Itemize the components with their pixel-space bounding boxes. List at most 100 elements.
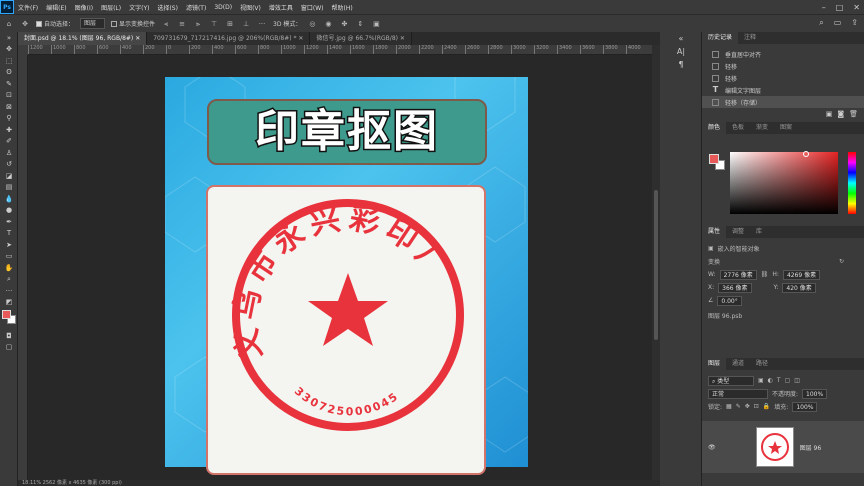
scrollbar-thumb[interactable] — [654, 190, 658, 340]
layer-filter-dropdown[interactable]: ⌕ 类型 — [708, 375, 754, 386]
move-tool-icon[interactable]: ✥ — [20, 20, 30, 28]
align-middle-icon[interactable]: ⊞ — [225, 20, 235, 28]
color-picker-field[interactable] — [730, 152, 838, 214]
filter-smart-icon[interactable]: ◫ — [794, 377, 800, 384]
lasso-tool-icon[interactable]: ʘ — [0, 67, 18, 79]
lock-all-icon[interactable]: 🔒 — [763, 403, 770, 410]
visibility-eye-icon[interactable]: 👁 — [708, 444, 716, 451]
orbit-3d-icon[interactable]: ◎ — [307, 20, 317, 28]
more-options-icon[interactable]: ··· — [257, 20, 267, 28]
fill-field[interactable]: 100% — [792, 401, 818, 412]
eyedropper-tool-icon[interactable]: ⚲ — [0, 113, 18, 125]
history-item[interactable]: 轻移 — [702, 60, 864, 72]
opacity-field[interactable]: 100% — [802, 388, 828, 399]
menu-filter[interactable]: 滤镜(T) — [182, 3, 210, 12]
healing-brush-tool-icon[interactable]: ✚ — [0, 124, 18, 136]
filter-shape-icon[interactable]: ▢ — [785, 377, 791, 384]
close-tab-icon[interactable]: ✕ — [400, 35, 405, 42]
lock-paint-icon[interactable]: ✎ — [736, 403, 741, 410]
lock-move-icon[interactable]: ✥ — [745, 403, 750, 410]
color-swatches[interactable] — [0, 308, 17, 330]
rectangle-tool-icon[interactable]: ▭ — [0, 251, 18, 263]
align-center-icon[interactable]: ≡ — [177, 20, 187, 28]
collapse-panels-icon[interactable]: « — [660, 32, 702, 45]
tab-properties[interactable]: 属性 — [702, 226, 727, 238]
history-brush-tool-icon[interactable]: ↺ — [0, 159, 18, 171]
close-tab-icon[interactable]: ✕ — [298, 35, 303, 42]
tab-notes[interactable]: 注释 — [738, 32, 762, 44]
tab-history[interactable]: 历史记录 — [702, 32, 739, 44]
slide-3d-icon[interactable]: ⇕ — [355, 20, 365, 28]
filter-type-icon[interactable]: T — [777, 377, 781, 384]
move-tool-icon[interactable]: ✥ — [0, 44, 18, 56]
frame-tool-icon[interactable]: ⊠ — [0, 101, 18, 113]
y-field[interactable]: 420 像素 — [782, 282, 816, 293]
tab-cover-psd[interactable]: 封面.psd @ 18.1% (图层 96, RGB/8#) ✕ — [18, 32, 148, 45]
x-field[interactable]: 366 像素 — [718, 282, 752, 293]
dodge-tool-icon[interactable]: ● — [0, 205, 18, 217]
align-bottom-icon[interactable]: ⊥ — [241, 20, 251, 28]
brush-tool-icon[interactable]: ✐ — [0, 136, 18, 148]
auto-select-checkbox[interactable] — [36, 20, 42, 27]
align-top-icon[interactable]: ⊤ — [209, 20, 219, 28]
layer-row-selected[interactable]: 👁 图层 96 — [702, 421, 864, 473]
scale-3d-icon[interactable]: ▣ — [371, 20, 381, 28]
collapse-arrows-icon[interactable]: » — [0, 32, 18, 44]
zoom-tool-icon[interactable]: ⌕ — [0, 274, 18, 286]
lock-pixels-icon[interactable]: ▦ — [726, 403, 732, 410]
eraser-tool-icon[interactable]: ◪ — [0, 170, 18, 182]
home-icon[interactable]: ⌂ — [4, 20, 14, 28]
tab-channels[interactable]: 通道 — [726, 358, 750, 370]
blur-tool-icon[interactable]: 💧 — [0, 193, 18, 205]
filter-pixel-icon[interactable]: ▣ — [758, 377, 764, 384]
menu-help[interactable]: 帮助(H) — [328, 3, 357, 12]
type-tool-icon[interactable]: T — [0, 228, 18, 240]
character-panel-icon[interactable]: A| — [660, 45, 702, 58]
menu-3d[interactable]: 3D(D) — [210, 4, 236, 11]
maximize-icon[interactable]: □ — [836, 3, 844, 12]
menu-plugins[interactable]: 增效工具 — [265, 3, 297, 12]
screen-mode-icon[interactable]: ▢ — [0, 342, 18, 354]
marquee-tool-icon[interactable]: ⬚ — [0, 55, 18, 67]
edit-toolbar-icon[interactable]: ··· — [0, 285, 18, 297]
new-document-icon[interactable]: ▣ — [826, 110, 833, 118]
quick-mask-icon[interactable]: ◘ — [0, 330, 18, 342]
clone-stamp-tool-icon[interactable]: ♙ — [0, 147, 18, 159]
tab-paths[interactable]: 路径 — [750, 358, 774, 370]
crop-tool-icon[interactable]: ⊡ — [0, 90, 18, 102]
foreground-color-swatch[interactable] — [2, 310, 11, 319]
canvas-area[interactable]: 印章抠图 义乌市永兴彩印厂 330725000045 — [28, 55, 652, 480]
menu-type[interactable]: 文字(Y) — [125, 3, 153, 12]
height-field[interactable]: 4269 像素 — [782, 269, 821, 280]
auto-select-option[interactable]: 自动选择： — [36, 19, 74, 28]
trash-icon[interactable]: 🗑 — [849, 110, 858, 118]
gradient-tool-icon[interactable]: ▤ — [0, 182, 18, 194]
roll-3d-icon[interactable]: ◉ — [323, 20, 333, 28]
color-picker-cursor[interactable] — [803, 151, 809, 157]
menu-layer[interactable]: 图层(L) — [97, 3, 125, 12]
path-select-tool-icon[interactable]: ➤ — [0, 239, 18, 251]
paragraph-panel-icon[interactable]: ¶ — [660, 58, 702, 71]
tab-color[interactable]: 颜色 — [702, 122, 727, 134]
minimize-icon[interactable]: – — [822, 3, 826, 12]
tab-seal-jpg[interactable]: 709731679_717217416.jpg @ 206%(RGB/8#) *… — [147, 32, 311, 45]
tab-adjustments[interactable]: 调整 — [726, 226, 750, 238]
tab-wechat-jpg[interactable]: 微信号.jpg @ 66.7%(RGB/8) ✕ — [310, 32, 412, 45]
show-transform-option[interactable]: 显示变换控件 — [111, 19, 155, 28]
document-canvas[interactable]: 印章抠图 义乌市永兴彩印厂 330725000045 — [165, 77, 528, 475]
menu-edit[interactable]: 编辑(E) — [42, 3, 70, 12]
share-icon[interactable]: ⇪ — [851, 18, 858, 28]
auto-select-target-dropdown[interactable]: 图层 — [80, 18, 106, 29]
tab-gradients[interactable]: 渐变 — [750, 122, 774, 134]
search-icon[interactable]: ⌕ — [819, 18, 823, 28]
tab-swatches[interactable]: 色板 — [726, 122, 750, 134]
camera-snapshot-icon[interactable]: ◙ — [837, 110, 844, 118]
history-item[interactable]: 垂直居中对齐 — [702, 48, 864, 60]
menu-image[interactable]: 图像(I) — [71, 3, 97, 12]
align-right-icon[interactable]: ⫸ — [193, 20, 203, 28]
reset-transform-icon[interactable]: ↻ — [839, 258, 844, 265]
close-tab-icon[interactable]: ✕ — [135, 35, 140, 42]
blend-mode-dropdown[interactable]: 正常 — [708, 388, 768, 399]
hand-tool-icon[interactable]: ✋ — [0, 262, 18, 274]
tab-layers[interactable]: 图层 — [702, 358, 727, 370]
